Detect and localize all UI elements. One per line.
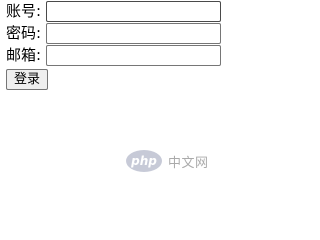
password-input[interactable] — [46, 22, 221, 44]
site-watermark: php 中文网 — [126, 150, 209, 172]
account-label: 账号: — [6, 2, 42, 20]
php-logo-icon: php — [126, 150, 162, 172]
account-input[interactable] — [46, 0, 221, 22]
email-row: 邮箱: — [6, 44, 225, 66]
account-row: 账号: — [6, 0, 225, 22]
password-label: 密码: — [6, 24, 42, 42]
login-button[interactable]: 登录 — [6, 69, 49, 90]
email-label: 邮箱: — [6, 46, 42, 64]
email-input[interactable] — [46, 44, 221, 66]
submit-row: 登录 — [6, 68, 225, 90]
password-row: 密码: — [6, 22, 225, 44]
watermark-site-text: 中文网 — [168, 155, 209, 171]
login-form: 账号: 密码: 邮箱: 登录 — [0, 0, 225, 90]
